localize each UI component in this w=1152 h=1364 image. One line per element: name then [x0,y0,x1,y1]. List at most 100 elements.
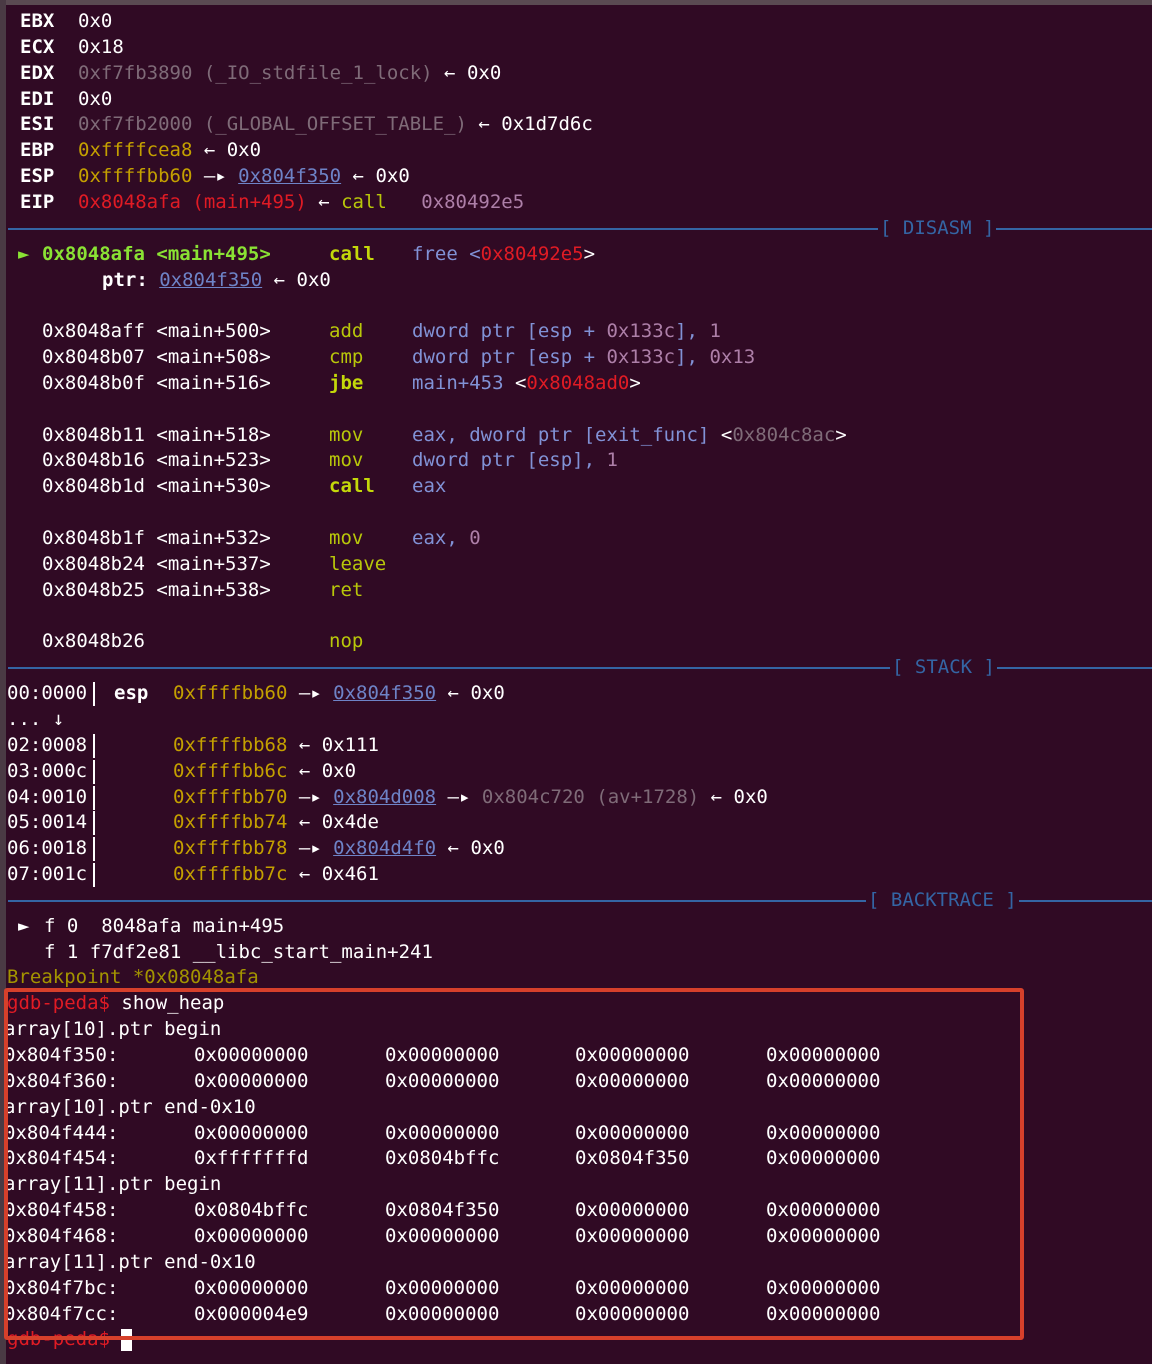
instruction-address: 0x8048b11 <main+518> [42,423,271,446]
value-segment: ← [287,733,322,756]
register-name: EDX [20,61,55,84]
value-segment: 0xffffbb74 [173,811,288,834]
stack-value: 0xffffbb7c ← 0x461 [173,861,379,887]
stack-value: 0xffffbb78 —▸ 0x804d4f0 ← 0x0 [173,835,505,861]
instruction-mnemonic: mov [329,449,364,472]
value-segment: ], [675,346,710,369]
stack-value: 0xffffbb6c ← 0x0 [173,758,356,784]
heap-output-highlight-box [4,988,1024,1340]
value-segment: —▸ [287,682,334,705]
value-segment: 0x804f350 [333,682,437,705]
stack-value: 0xffffbb74 ← 0x4de [173,809,379,835]
stack-row: 00:0000 esp 0xffffbb60 —▸ 0x804f350 ← 0x0 [7,680,505,707]
instruction-address: 0x8048b07 <main+508> [42,346,271,369]
disasm-current-line: ► 0x8048afa <main+495> call free <0x80492e5… [18,241,595,267]
value-segment: 0x804c8ac [732,423,836,446]
value-segment: 0xffffbb78 [173,837,288,860]
disasm-row: 0x8048b1f <main+532> mov eax, 0 [42,525,481,551]
value-segment: 0x0 [470,837,505,860]
window-top-border [0,0,1152,5]
value-segment [387,191,421,213]
value-segment: 0 [469,527,481,549]
value-segment: eax [412,475,447,498]
stack-row: 06:0018 0xffffbb78 —▸ 0x804d4f0 ← 0x0 [7,835,505,862]
instruction-operands: main+453 <0x8048ad0> [412,370,641,396]
value-segment: 0x0 [321,759,357,782]
value-segment: > [835,423,847,446]
stack-row: ... ↓ [7,706,64,732]
stack-value: 0xffffbb68 ← 0x111 [173,732,379,758]
value-segment: 0x0 [466,61,502,84]
instruction-operands: dword ptr [esp + 0x133c], 1 [412,318,721,344]
instruction-mnemonic: call [329,475,375,498]
instruction-operands: dword ptr [esp], 1 [412,447,618,473]
value-segment: 0x0 [78,10,113,32]
stack-offset: 06:0018 [7,837,88,860]
backtrace-frame: ► f 0 8048afa main+495 [18,913,284,939]
ptr-label: ptr: [102,268,148,291]
value-segment: ← [287,863,322,886]
value-segment: 0xffffbb6c [173,759,288,782]
register-name: ESP [20,165,55,188]
value-segment: 0x804d008 [333,785,437,808]
value-segment: ← [699,785,734,808]
frame-marker: ► [18,914,30,937]
instruction-address: 0x8048b1f <main+532> [42,527,271,549]
stack-offset: 04:0010 [7,785,88,808]
stack-row: 02:0008 0xffffbb68 ← 0x111 [7,732,379,758]
register-name: EBX [20,10,55,32]
instruction-address: 0x8048b25 <main+538> [42,578,271,601]
value-segment: 0x8048afa (main+495) [78,190,307,213]
value-segment: main+453 [412,371,504,394]
ptr-value: 0x0 [296,268,331,291]
register-name: ECX [20,35,55,58]
value-segment: call [341,190,387,213]
value-segment: < [720,423,733,446]
stack-row: 04:0010 0xffffbb70 —▸ 0x804d008 —▸ 0x804c… [7,784,768,810]
operand-text: free < [412,242,481,265]
backtrace-separator-label: [ BACKTRACE ] [866,886,1019,913]
stack-offset: 00:0000 [7,682,88,705]
instruction-address: 0x8048b0f <main+516> [42,371,271,394]
disasm-row: 0x8048b1d <main+530> call eax [42,473,446,499]
value-segment: 0xffffbb60 [173,682,288,705]
value-segment: 0x0 [78,87,113,110]
value-segment: 0x111 [321,733,379,756]
breakpoint-text: Breakpoint *0x08048afa [7,966,259,989]
register-row: ESI 0xf7fb2000 (_GLOBAL_OFFSET_TABLE_) ← … [20,111,593,137]
value-segment: 0xffffbb60 [78,165,193,188]
value-segment: 0x0 [733,785,768,808]
instruction-mnemonic: add [329,320,364,343]
value-segment: eax, [412,527,470,549]
instruction-operands: dword ptr [esp + 0x133c], 0x13 [412,344,755,370]
value-segment: 0xffffbb68 [173,733,288,756]
instruction-operands: eax, 0 [412,525,481,551]
register-row: EIP 0x8048afa (main+495) ← call 0x80492e5 [20,189,524,215]
value-segment: —▸ [192,165,239,188]
value-segment: 0x18 [78,35,124,58]
value-segment: ], [675,320,710,343]
value-segment: ← [287,811,322,834]
stack-offset: 03:000c [7,759,88,782]
stack-offset: 02:0008 [7,733,88,756]
value-segment: 0x804f350 [238,165,342,188]
value-segment: dword ptr [esp], [412,449,607,472]
instruction-address: 0x8048b24 <main+537> [42,552,271,575]
instruction-address: 0x8048b26 [42,630,145,653]
stack-register: esp [114,682,149,705]
stack-divider [93,785,95,810]
value-segment: 0x4de [321,811,379,834]
value-segment: ← [287,759,322,782]
frame-text: f 1 f7df2e81 __libc_start_main+241 [44,940,433,963]
register-name: ESI [20,113,55,136]
current-address: 0x8048afa <main+495> [42,242,271,265]
stack-value: 0xffffbb60 —▸ 0x804f350 ← 0x0 [173,680,505,706]
value-segment: —▸ [287,837,334,860]
instruction-operands: eax [412,473,446,499]
value-segment: 0x80492e5 [421,190,525,213]
ptr-address: 0x804f350 [159,268,263,291]
value-segment: 0x461 [321,863,379,886]
instruction-address: 0x8048b16 <main+523> [42,449,271,472]
instruction-mnemonic: nop [329,630,364,653]
value-segment: ← [466,113,502,136]
